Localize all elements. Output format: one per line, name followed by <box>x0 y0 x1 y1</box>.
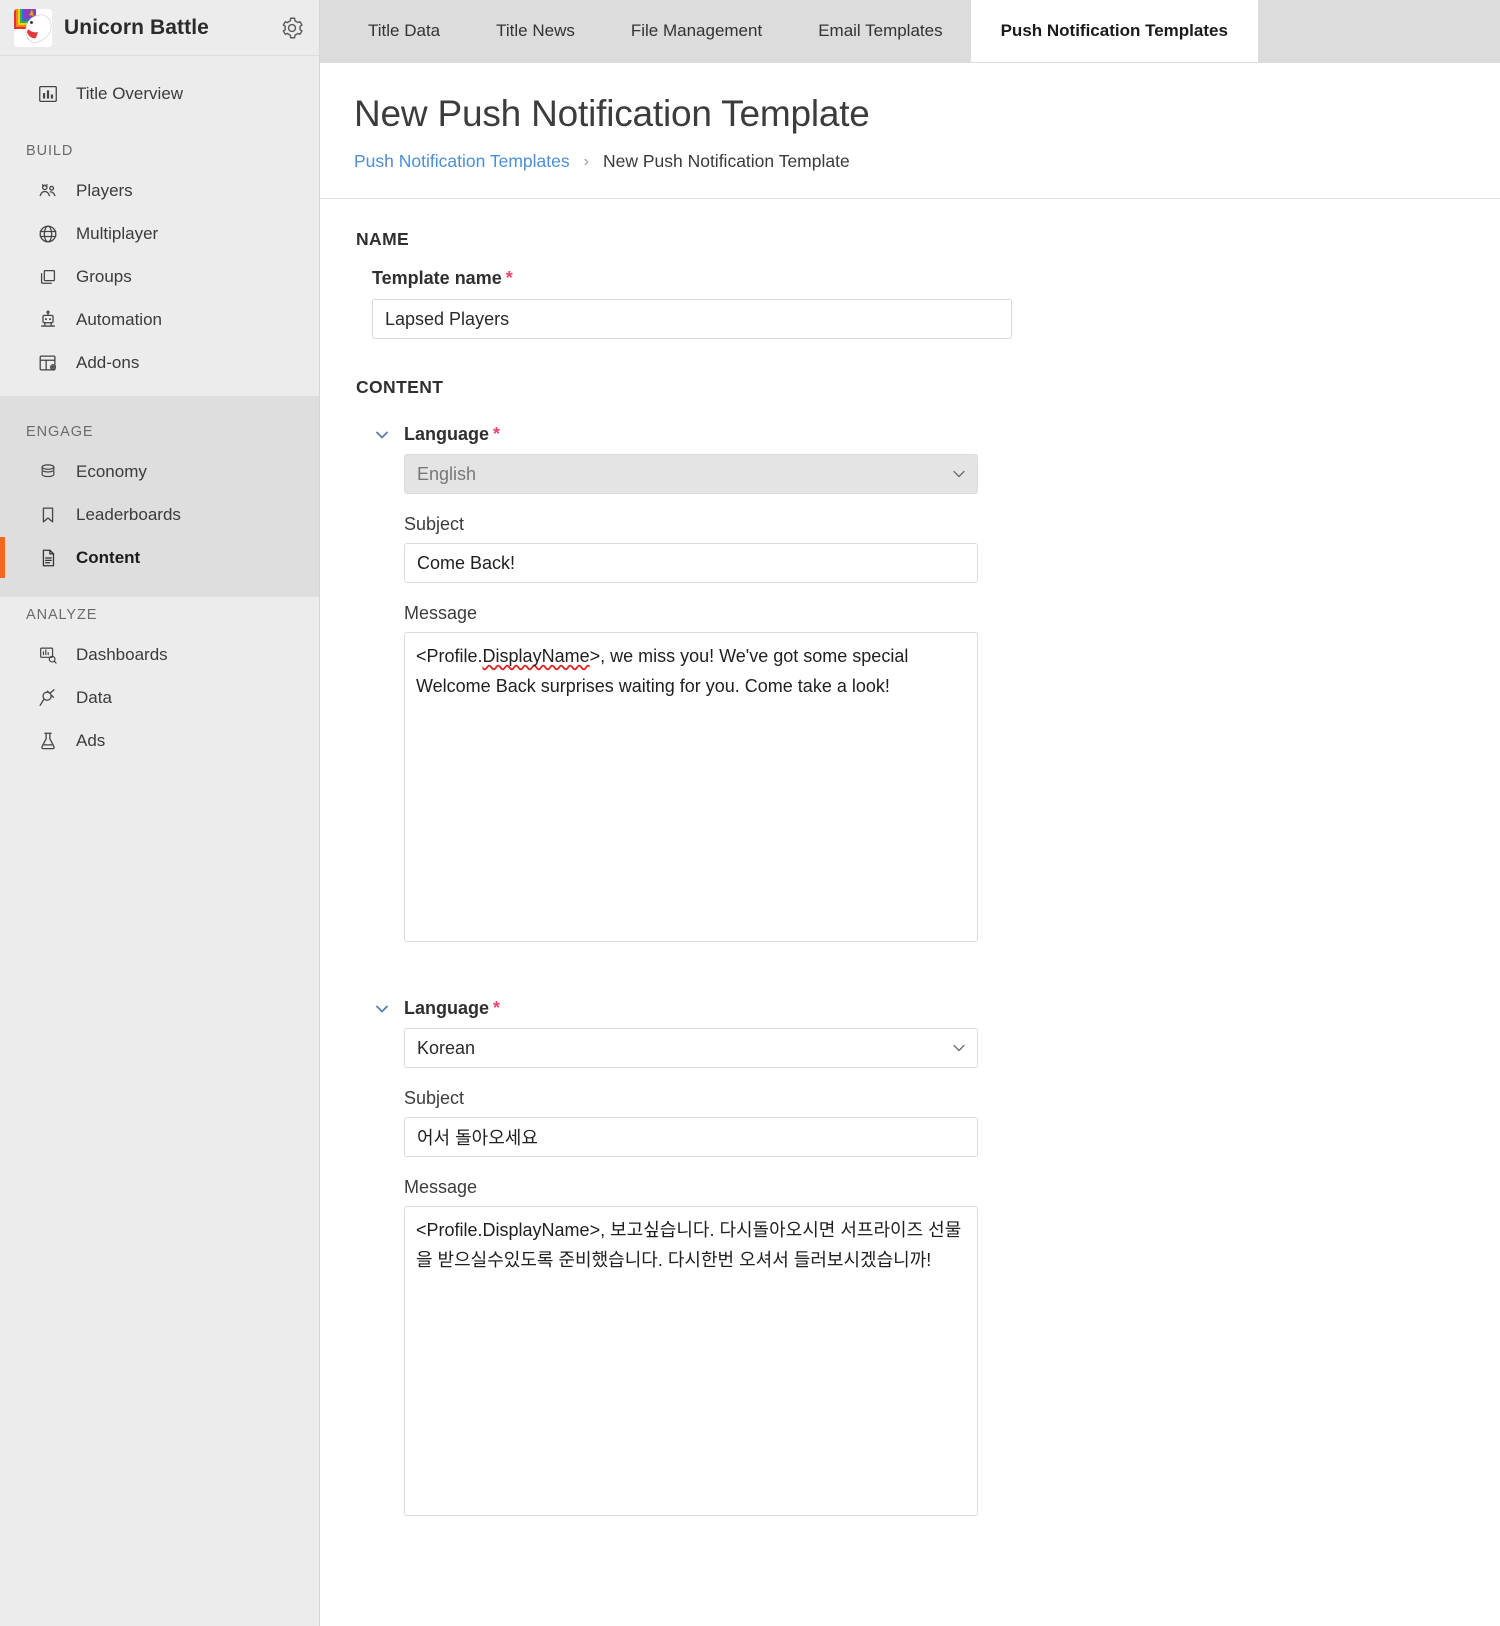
subject-input-korean[interactable] <box>404 1117 978 1158</box>
template-name-label: Template name * <box>372 268 1500 289</box>
bar-chart-icon <box>36 82 60 106</box>
section-label-build: BUILD <box>26 143 74 159</box>
brand-header: Unicorn Battle <box>0 0 319 56</box>
breadcrumb: Push Notification Templates › New Push N… <box>354 151 1500 172</box>
template-name-input[interactable] <box>372 299 1012 340</box>
sidebar-item-label: Add-ons <box>76 352 140 372</box>
app-root: Unicorn Battle Title Overview BUILD Play… <box>0 0 1500 1626</box>
sidebar-item-label: Multiplayer <box>76 223 159 243</box>
subject-input-english[interactable] <box>404 543 978 584</box>
dashboards-icon <box>36 643 60 667</box>
sidebar-item-label: Data <box>76 687 112 707</box>
section-label-engage: ENGAGE <box>26 424 94 440</box>
language-label-text: Language <box>404 998 490 1019</box>
sidebar-item-groups[interactable]: Groups <box>0 255 319 298</box>
sidebar-item-dashboards[interactable]: Dashboards <box>0 633 319 676</box>
message-text-misspelled: DisplayName <box>482 646 590 667</box>
coins-icon <box>36 460 60 484</box>
sidebar-item-content[interactable]: Content <box>0 536 319 579</box>
tab-bar: Title Data Title News File Management Em… <box>320 0 1500 63</box>
sidebar: Unicorn Battle Title Overview BUILD Play… <box>0 0 320 1626</box>
sidebar-item-label: Dashboards <box>76 644 168 664</box>
groups-icon <box>36 265 60 289</box>
language-label-text: Language <box>404 424 490 445</box>
section-label-analyze: ANALYZE <box>26 607 98 623</box>
sidebar-item-label: Ads <box>76 730 106 750</box>
required-marker: * <box>505 268 513 289</box>
section-heading-name: NAME <box>356 229 410 250</box>
flask-icon <box>36 729 60 753</box>
language-label-english: Language * <box>404 424 500 445</box>
unicorn-logo <box>14 8 52 47</box>
sidebar-top-nav: Title Overview <box>0 56 319 133</box>
language-body-korean: Korean Subject Message <Profile.DisplayN… <box>404 1028 1500 1517</box>
language-header-korean: Language * <box>372 998 1500 1019</box>
section-heading-content: CONTENT <box>356 377 444 398</box>
language-header-english: Language * <box>372 424 1500 445</box>
sidebar-item-label: Title Overview <box>76 83 184 103</box>
addons-icon <box>36 351 60 375</box>
sidebar-item-economy[interactable]: Economy <box>0 450 319 493</box>
page-header: New Push Notification Template Push Noti… <box>320 63 1500 200</box>
message-label-korean: Message <box>404 1177 478 1198</box>
tab-title-news[interactable]: Title News <box>468 0 603 62</box>
sidebar-section-build: BUILD Players Multiplayer Groups Automat… <box>0 133 319 396</box>
subject-label-english: Subject <box>404 514 465 535</box>
document-icon <box>36 546 60 570</box>
sidebar-item-label: Groups <box>76 266 132 286</box>
brand-title: Unicorn Battle <box>64 15 209 39</box>
required-marker: * <box>493 998 501 1019</box>
language-select-wrap-korean: Korean <box>404 1028 978 1069</box>
plug-icon <box>36 686 60 710</box>
sidebar-item-label: Automation <box>76 309 162 329</box>
tab-push-notification-templates[interactable]: Push Notification Templates <box>970 0 1258 62</box>
message-label-english: Message <box>404 603 478 624</box>
language-select-korean[interactable]: Korean <box>404 1028 978 1069</box>
language-body-english: English Subject Message <Profile.Display… <box>404 454 1500 943</box>
sidebar-section-analyze: ANALYZE Dashboards Data Ads <box>0 597 319 774</box>
message-textarea-korean[interactable]: <Profile.DisplayName>, 보고싶습니다. 다시돌아오시면 서… <box>404 1206 978 1517</box>
sidebar-item-ads[interactable]: Ads <box>0 719 319 762</box>
message-text-prefix: <Profile. <box>416 646 483 667</box>
tab-file-management[interactable]: File Management <box>603 0 790 62</box>
gear-icon[interactable] <box>279 15 305 41</box>
sidebar-item-label: Players <box>76 180 133 200</box>
language-block-korean: Language * Korean Subject 어서 돌아오세요 Messa… <box>356 998 1500 1517</box>
sidebar-item-add-ons[interactable]: Add-ons <box>0 341 319 384</box>
message-textarea-english[interactable]: <Profile.DisplayName>, we miss you! We'v… <box>404 632 978 943</box>
sidebar-item-title-overview[interactable]: Title Overview <box>0 72 319 115</box>
chevron-down-icon[interactable] <box>372 425 392 445</box>
template-name-label-text: Template name <box>372 268 502 289</box>
language-select-english[interactable]: English <box>404 454 978 495</box>
sidebar-item-label: Content <box>76 547 141 567</box>
main-content: Title Data Title News File Management Em… <box>320 0 1500 1626</box>
players-icon <box>36 179 60 203</box>
template-name-field-group: Template name * <box>372 268 1500 340</box>
language-label-korean: Language * <box>404 998 500 1019</box>
sidebar-item-leaderboards[interactable]: Leaderboards <box>0 493 319 536</box>
sidebar-section-engage: ENGAGE Economy Leaderboards Content <box>0 396 319 597</box>
bookmark-icon <box>36 503 60 527</box>
subject-label-korean: Subject <box>404 1088 465 1109</box>
sidebar-item-multiplayer[interactable]: Multiplayer <box>0 212 319 255</box>
breadcrumb-link-push-notification-templates[interactable]: Push Notification Templates <box>354 151 570 172</box>
language-block-english: Language * English Subject Come Back! Me… <box>356 424 1500 943</box>
chevron-down-icon[interactable] <box>372 999 392 1019</box>
chevron-right-icon: › <box>583 152 589 170</box>
language-select-wrap-english: English <box>404 454 978 495</box>
tab-title-data[interactable]: Title Data <box>340 0 468 62</box>
sidebar-item-data[interactable]: Data <box>0 676 319 719</box>
required-marker: * <box>493 424 501 445</box>
page-title: New Push Notification Template <box>354 93 870 134</box>
sidebar-item-players[interactable]: Players <box>0 169 319 212</box>
sidebar-item-label: Economy <box>76 461 147 481</box>
sidebar-item-label: Leaderboards <box>76 504 181 524</box>
tab-email-templates[interactable]: Email Templates <box>790 0 970 62</box>
sidebar-item-automation[interactable]: Automation <box>0 298 319 341</box>
breadcrumb-current: New Push Notification Template <box>602 151 850 172</box>
globe-icon <box>36 222 60 246</box>
robot-icon <box>36 308 60 332</box>
template-form: NAME Template name * CONTENT <box>320 199 1500 1517</box>
